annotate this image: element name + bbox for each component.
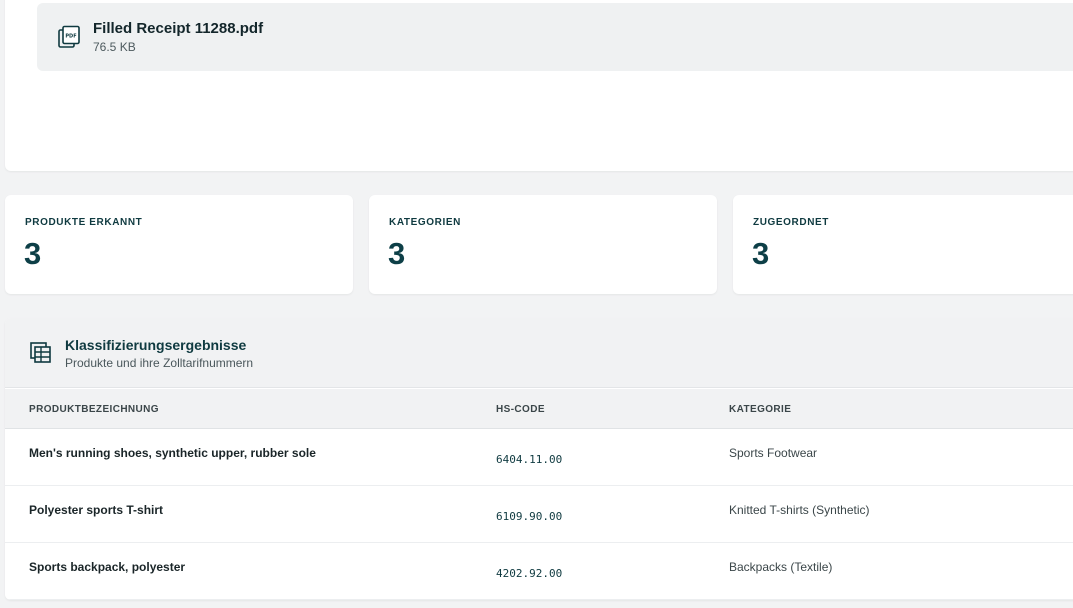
stat-label: PRODUKTE ERKANNT (25, 217, 143, 228)
results-title: Klassifizierungsergebnisse (65, 337, 247, 353)
hs-code: 6109.90.00 (496, 510, 563, 523)
stat-label: KATEGORIEN (389, 217, 461, 228)
column-header-category: KATEGORIE (729, 404, 792, 415)
classification-results: Klassifizierungsergebnisse Produkte und … (5, 318, 1073, 600)
stat-value: 3 (388, 236, 406, 271)
stat-label: ZUGEORDNET (753, 217, 829, 228)
product-name: Men's running shoes, synthetic upper, ru… (29, 446, 316, 460)
category: Backpacks (Textile) (729, 560, 833, 574)
file-size: 76.5 KB (93, 40, 136, 54)
product-name: Sports backpack, polyester (29, 560, 186, 574)
hs-code: 4202.92.00 (496, 567, 563, 580)
results-subtitle: Produkte und ihre Zolltarifnummern (65, 356, 254, 370)
table-row: Sports backpack, polyester 4202.92.00 Ba… (5, 543, 1073, 600)
pdf-file-icon: PDF (57, 25, 81, 49)
category: Knitted T-shirts (Synthetic) (729, 503, 870, 517)
table-icon (30, 342, 52, 364)
hs-code: 6404.11.00 (496, 453, 563, 466)
product-name: Polyester sports T-shirt (29, 503, 164, 517)
stat-card-products: PRODUKTE ERKANNT 3 (5, 195, 353, 294)
stat-value: 3 (752, 236, 770, 271)
results-header: Klassifizierungsergebnisse Produkte und … (5, 318, 1073, 388)
table-header-row: PRODUKTBEZEICHNUNG HS-CODE KATEGORIE (5, 389, 1073, 429)
column-header-hs-code: HS-CODE (496, 404, 545, 415)
stat-card-categories: KATEGORIEN 3 (369, 195, 717, 294)
file-name: Filled Receipt 11288.pdf (93, 20, 264, 37)
table-row: Polyester sports T-shirt 6109.90.00 Knit… (5, 486, 1073, 543)
uploaded-file-row[interactable] (37, 3, 1073, 71)
table-row: Men's running shoes, synthetic upper, ru… (5, 429, 1073, 486)
category: Sports Footwear (729, 446, 818, 460)
stat-value: 3 (24, 236, 42, 271)
stat-card-assigned: ZUGEORDNET 3 (733, 195, 1073, 294)
svg-text:PDF: PDF (65, 34, 76, 40)
column-header-product: PRODUKTBEZEICHNUNG (29, 404, 159, 415)
